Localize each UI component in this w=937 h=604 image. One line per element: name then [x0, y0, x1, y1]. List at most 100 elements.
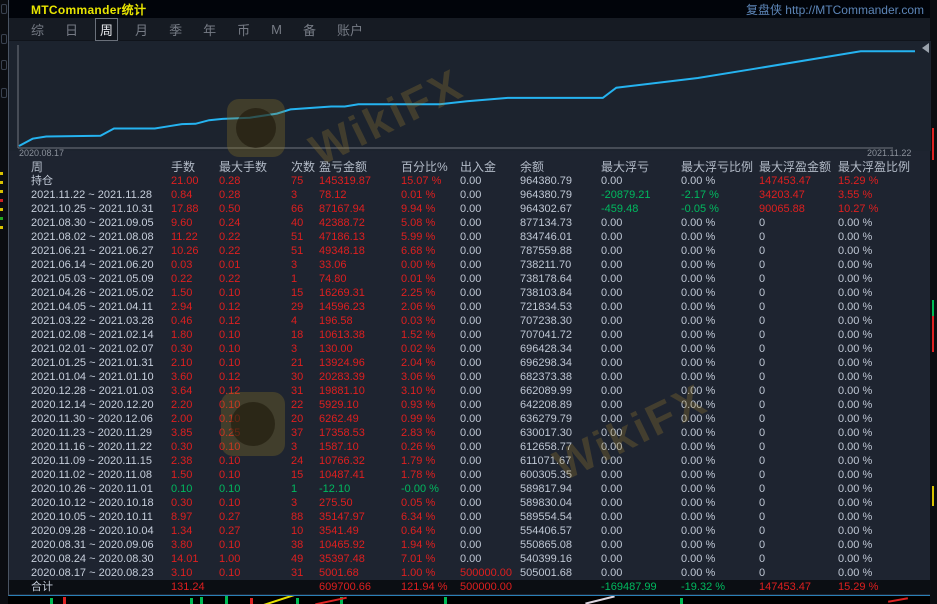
table-cell: 0.00	[460, 272, 520, 286]
menu-item-bei[interactable]: 备	[299, 19, 320, 40]
title-bar[interactable]: MTCommander统计 复盘侠 http://MTCommander.com	[9, 0, 930, 18]
menu-bar: 综日周月季年币M备账户	[9, 18, 930, 41]
table-row[interactable]: 2020.11.09 ~ 2020.11.152.380.102410766.3…	[9, 454, 931, 468]
table-row[interactable]: 2021.02.08 ~ 2021.02.141.800.101810613.3…	[9, 328, 931, 342]
menu-item-yue[interactable]: 月	[131, 19, 152, 40]
column-header[interactable]: 余额	[520, 160, 601, 174]
menu-item-zhou[interactable]: 周	[95, 18, 118, 41]
table-cell: 0.00	[460, 356, 520, 370]
column-header[interactable]: 最大手数	[219, 160, 291, 174]
table-cell: 1.50	[171, 468, 219, 482]
table-cell: -2.17 %	[681, 188, 759, 202]
table-row[interactable]: 2020.11.16 ~ 2020.11.220.300.1031587.100…	[9, 440, 931, 454]
table-cell: 0.00 %	[838, 440, 930, 454]
table-cell: 0.93 %	[401, 398, 460, 412]
menu-item-zhanghu[interactable]: 账户	[333, 19, 367, 40]
table-row[interactable]: 2020.10.26 ~ 2020.11.010.100.101-12.10-0…	[9, 482, 931, 496]
table-cell: 75	[291, 174, 319, 188]
column-header[interactable]: 手数	[171, 160, 219, 174]
column-header[interactable]: 周	[31, 160, 171, 174]
column-header[interactable]: 出入金	[460, 160, 520, 174]
table-row[interactable]: 2021.03.22 ~ 2021.03.280.460.124196.580.…	[9, 314, 931, 328]
table-cell: 0.00	[460, 230, 520, 244]
table-cell: 500000.00	[460, 580, 520, 594]
table-row[interactable]: 2020.11.02 ~ 2020.11.081.500.101510487.4…	[9, 468, 931, 482]
table-cell: 0.00	[460, 524, 520, 538]
column-header[interactable]: 最大浮盈比例	[838, 160, 930, 174]
statistics-table: 周手数最大手数次数盈亏金额百分比%出入金余额最大浮亏最大浮亏比例最大浮盈金额最大…	[9, 160, 931, 594]
table-cell: 0.00	[601, 524, 681, 538]
column-header[interactable]: 最大浮亏比例	[681, 160, 759, 174]
menu-item-nian[interactable]: 年	[199, 19, 220, 40]
table-cell: 0.01 %	[401, 272, 460, 286]
table-cell: 0.00	[601, 272, 681, 286]
table-cell: 18	[291, 328, 319, 342]
table-cell: 0.22	[171, 272, 219, 286]
table-cell: 90065.88	[759, 202, 838, 216]
table-row[interactable]: 2021.04.26 ~ 2021.05.021.500.101516269.3…	[9, 286, 931, 300]
column-header[interactable]: 百分比%	[401, 160, 460, 174]
scroll-arrow-icon[interactable]	[922, 43, 929, 53]
menu-item-ri[interactable]: 日	[61, 19, 82, 40]
table-cell: 0.10	[219, 440, 291, 454]
table-cell: 0.00	[601, 412, 681, 426]
table-cell: 66	[291, 202, 319, 216]
table-cell: 10	[291, 524, 319, 538]
table-row[interactable]: 2020.08.17 ~ 2020.08.233.100.10315001.68…	[9, 566, 931, 580]
table-cell: 0.00	[460, 412, 520, 426]
table-cell: 9.94 %	[401, 202, 460, 216]
table-cell: 3.55 %	[838, 188, 930, 202]
table-row[interactable]: 2021.04.05 ~ 2021.04.112.940.122914596.2…	[9, 300, 931, 314]
table-cell: 10487.41	[319, 468, 401, 482]
table-header-row: 周手数最大手数次数盈亏金额百分比%出入金余额最大浮亏最大浮亏比例最大浮盈金额最大…	[9, 160, 931, 174]
table-cell: 1.50	[171, 286, 219, 300]
table-cell: 0.10	[219, 356, 291, 370]
brand-link[interactable]: 复盘侠 http://MTCommander.com	[746, 1, 924, 18]
table-row[interactable]: 2021.06.21 ~ 2021.06.2710.260.225149348.…	[9, 244, 931, 258]
table-row[interactable]: 2020.11.23 ~ 2020.11.293.850.253717358.5…	[9, 426, 931, 440]
table-row[interactable]: 2021.06.14 ~ 2021.06.200.030.01333.060.0…	[9, 258, 931, 272]
table-row[interactable]: 2020.12.14 ~ 2020.12.202.200.10225929.10…	[9, 398, 931, 412]
menu-item-m[interactable]: M	[267, 21, 286, 38]
menu-item-zong[interactable]: 综	[27, 19, 48, 40]
table-row[interactable]: 2020.11.30 ~ 2020.12.062.000.10206262.49…	[9, 412, 931, 426]
table-total-row[interactable]: 合计131.24609700.66121.94 %500000.00-16948…	[9, 580, 931, 594]
table-row[interactable]: 2020.10.12 ~ 2020.10.180.300.103275.500.…	[9, 496, 931, 510]
table-row[interactable]: 2021.10.25 ~ 2021.10.3117.880.506687167.…	[9, 202, 931, 216]
table-row[interactable]: 2021.02.01 ~ 2021.02.070.300.103130.000.…	[9, 342, 931, 356]
table-row[interactable]: 2021.08.30 ~ 2021.09.059.600.244042388.7…	[9, 216, 931, 230]
column-header[interactable]: 最大浮盈金额	[759, 160, 838, 174]
table-cell: 3.10 %	[401, 384, 460, 398]
table-cell: 589554.54	[520, 510, 601, 524]
table-cell: 3.85	[171, 426, 219, 440]
table-row[interactable]: 2020.08.24 ~ 2020.08.3014.011.004935397.…	[9, 552, 931, 566]
chart-start-date: 2020.08.17	[19, 148, 64, 158]
table-row[interactable]: 2021.05.03 ~ 2021.05.090.220.22174.800.0…	[9, 272, 931, 286]
table-cell: 0.00	[601, 216, 681, 230]
table-cell: 0.00 %	[681, 566, 759, 580]
table-cell: 196.58	[319, 314, 401, 328]
table-row[interactable]: 2020.10.05 ~ 2020.10.118.970.278835147.9…	[9, 510, 931, 524]
table-cell: 38	[291, 538, 319, 552]
column-header[interactable]: 盈亏金额	[319, 160, 401, 174]
table-row[interactable]: 2020.08.31 ~ 2020.09.063.800.103810465.9…	[9, 538, 931, 552]
table-cell: -12.10	[319, 482, 401, 496]
column-header[interactable]: 最大浮亏	[601, 160, 681, 174]
table-row[interactable]: 2021.01.04 ~ 2021.01.103.600.123020283.3…	[9, 370, 931, 384]
menu-item-ji[interactable]: 季	[165, 19, 186, 40]
table-row[interactable]: 2021.08.02 ~ 2021.08.0811.220.225147186.…	[9, 230, 931, 244]
table-cell: 3.06 %	[401, 370, 460, 384]
table-cell: 0.28	[219, 188, 291, 202]
table-row[interactable]: 持仓21.000.2875145319.8715.07 %0.00964380.…	[9, 174, 931, 188]
table-cell: 0.10	[219, 496, 291, 510]
table-cell: 1.80	[171, 328, 219, 342]
table-row[interactable]: 2020.09.28 ~ 2020.10.041.340.27103541.49…	[9, 524, 931, 538]
table-cell: 0.00 %	[681, 174, 759, 188]
menu-item-bi[interactable]: 币	[233, 19, 254, 40]
table-row[interactable]: 2020.12.28 ~ 2021.01.033.640.123119881.1…	[9, 384, 931, 398]
table-row[interactable]: 2021.01.25 ~ 2021.01.312.100.102113924.9…	[9, 356, 931, 370]
table-row[interactable]: 2021.11.22 ~ 2021.11.280.840.28378.120.0…	[9, 188, 931, 202]
table-cell: 2020.11.02 ~ 2020.11.08	[31, 468, 171, 482]
column-header[interactable]: 次数	[291, 160, 319, 174]
table-cell: 0.00	[460, 398, 520, 412]
